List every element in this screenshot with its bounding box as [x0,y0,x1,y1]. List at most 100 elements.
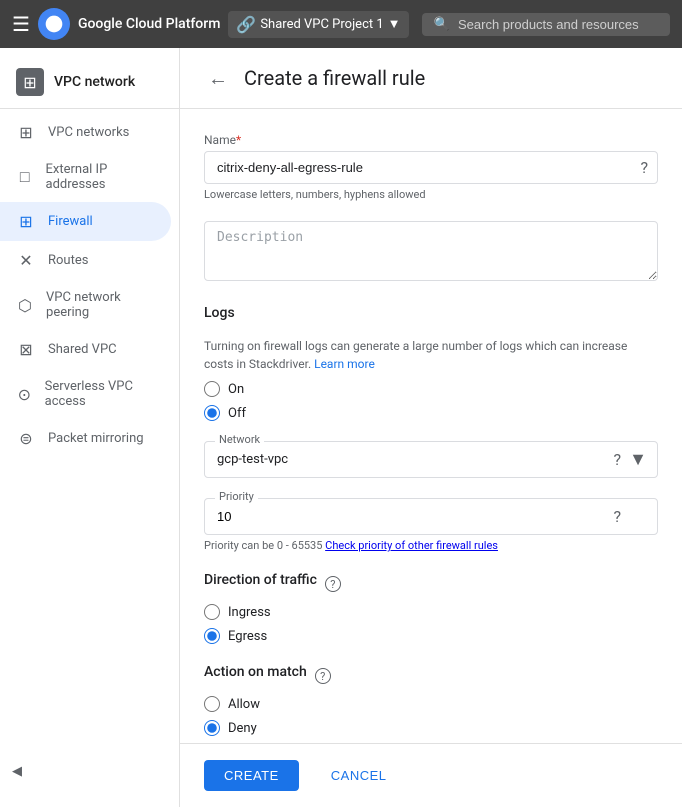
check-priority-link[interactable]: Check priority of other firewall rules [325,539,498,552]
ingress-radio[interactable] [204,604,220,620]
collapse-icon: ◀ [12,764,22,779]
logs-title: Logs [204,305,235,321]
egress-option[interactable]: Egress [204,628,658,644]
action-title: Action on match [204,664,307,680]
deny-radio[interactable] [204,720,220,736]
main-content: ← Create a firewall rule Name* ? Lowerca… [180,48,682,807]
network-field-group: Network gcp-test-vpc ▼ ? [204,441,658,478]
sidebar-item-label: VPC network peering [46,290,155,320]
sidebar-title: VPC network [54,74,135,90]
page-header: ← Create a firewall rule [180,48,682,109]
gcp-icon [38,8,70,40]
create-button[interactable]: CREATE [204,760,299,791]
firewall-icon: ⊞ [16,212,36,231]
egress-label: Egress [228,629,267,644]
logs-radio-group: On Off [204,381,658,421]
name-field-group: Name* ? Lowercase letters, numbers, hyph… [204,133,658,201]
network-value: gcp-test-vpc [217,452,605,467]
allow-radio[interactable] [204,696,220,712]
sidebar-item-routes[interactable]: ✕ Routes [0,241,171,280]
priority-label: Priority [215,490,258,503]
search-input[interactable] [458,17,658,32]
description-input[interactable] [204,221,658,281]
shared-vpc-icon: ⊠ [16,340,36,359]
sidebar-item-label: Shared VPC [48,342,117,357]
project-icon: 🔗 [236,15,256,34]
action-section: Action on match ? Allow Deny [204,664,658,736]
vpc-peering-icon: ⬡ [16,296,34,315]
allow-label: Allow [228,697,260,712]
name-help-icon[interactable]: ? [640,158,648,177]
sidebar-item-external-ip[interactable]: □ External IP addresses [0,152,171,202]
priority-input-wrapper: Priority ? [204,498,658,535]
network-dropdown-arrow: ▼ [629,449,647,470]
logs-section: Logs Turning on firewall logs can genera… [204,305,658,421]
sidebar-item-label: VPC networks [48,125,129,140]
sidebar: ⊞ VPC network ⊞ VPC networks □ External … [0,48,180,807]
priority-help-icon[interactable]: ? [613,507,621,526]
deny-option[interactable]: Deny [204,720,658,736]
allow-option[interactable]: Allow [204,696,658,712]
logs-off-option[interactable]: Off [204,405,658,421]
logs-description: Turning on firewall logs can generate a … [204,337,658,373]
network-label: Network [215,433,264,446]
sidebar-item-label: Serverless VPC access [45,379,155,409]
name-input-wrapper: ? [204,151,658,184]
logs-off-label: Off [228,406,246,421]
learn-more-link[interactable]: Learn more [314,357,375,371]
sidebar-item-shared-vpc[interactable]: ⊠ Shared VPC [0,330,171,369]
sidebar-item-label: Firewall [48,214,93,229]
search-icon: 🔍 [434,17,450,32]
sidebar-item-packet-mirroring[interactable]: ⊜ Packet mirroring [0,419,171,458]
sidebar-item-vpc-networks[interactable]: ⊞ VPC networks [0,113,171,152]
network-select-wrapper: Network gcp-test-vpc ▼ ? [204,441,658,478]
sidebar-item-label: Packet mirroring [48,431,144,446]
description-field-group [204,221,658,285]
direction-section: Direction of traffic ? Ingress Egress [204,572,658,644]
gcp-logo: Google Cloud Platform [38,8,220,40]
sidebar-item-serverless-vpc[interactable]: ⊙ Serverless VPC access [0,369,171,419]
search-bar[interactable]: 🔍 [422,13,670,36]
back-button[interactable]: ← [204,64,232,92]
direction-radio-group: Ingress Egress [204,604,658,644]
network-help-icon[interactable]: ? [613,450,621,469]
packet-mirroring-icon: ⊜ [16,429,36,448]
sidebar-collapse-button[interactable]: ◀ [0,756,34,787]
logs-on-label: On [228,382,244,397]
action-buttons: CREATE CANCEL [180,743,682,807]
gcp-title: Google Cloud Platform [78,16,220,32]
egress-radio[interactable] [204,628,220,644]
direction-title: Direction of traffic [204,572,317,588]
ingress-option[interactable]: Ingress [204,604,658,620]
project-selector[interactable]: 🔗 Shared VPC Project 1 ▼ [228,11,408,38]
sidebar-item-label: External IP addresses [46,162,155,192]
priority-field-group: Priority ? Priority can be 0 - 65535 Che… [204,498,658,552]
sidebar-item-firewall[interactable]: ⊞ Firewall [0,202,171,241]
page-title: Create a firewall rule [244,66,425,90]
hamburger-menu[interactable]: ☰ [12,12,30,36]
create-firewall-form: Name* ? Lowercase letters, numbers, hyph… [180,109,682,807]
priority-hint: Priority can be 0 - 65535 Check priority… [204,539,658,552]
serverless-vpc-icon: ⊙ [16,385,33,404]
action-help-icon[interactable]: ? [315,668,331,684]
logs-on-option[interactable]: On [204,381,658,397]
sidebar-item-label: Routes [48,253,88,268]
ingress-label: Ingress [228,605,271,620]
deny-label: Deny [228,721,257,736]
cancel-button[interactable]: CANCEL [311,760,407,791]
logs-off-radio[interactable] [204,405,220,421]
priority-input[interactable] [217,509,613,524]
direction-help-icon[interactable]: ? [325,576,341,592]
logs-on-radio[interactable] [204,381,220,397]
name-label: Name* [204,133,658,147]
vpc-networks-icon: ⊞ [16,123,36,142]
project-name: Shared VPC Project 1 [260,17,383,32]
name-input[interactable] [204,151,658,184]
project-dropdown-icon: ▼ [388,16,401,32]
vpc-network-icon: ⊞ [16,68,44,96]
external-ip-icon: □ [16,167,34,187]
name-hint: Lowercase letters, numbers, hyphens allo… [204,188,658,201]
sidebar-header: ⊞ VPC network [0,56,179,109]
top-navigation: ☰ Google Cloud Platform 🔗 Shared VPC Pro… [0,0,682,48]
sidebar-item-vpc-peering[interactable]: ⬡ VPC network peering [0,280,171,330]
